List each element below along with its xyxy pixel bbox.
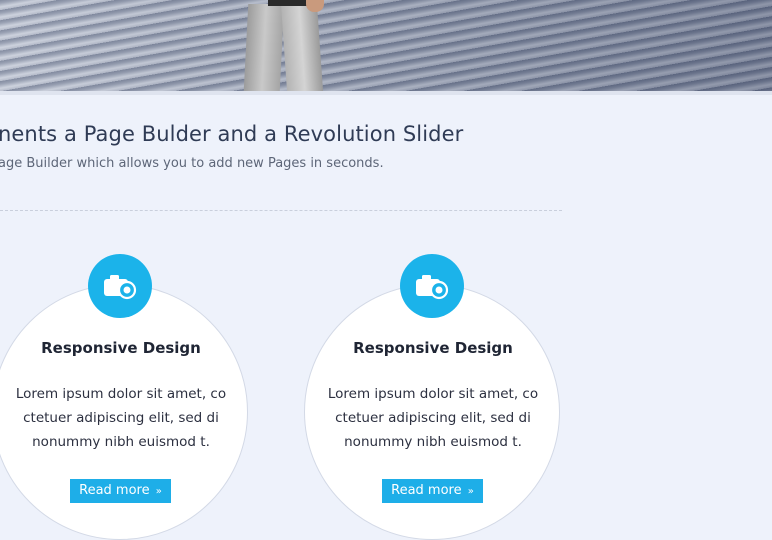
chevron-right-icon: » <box>467 486 474 497</box>
section-headline: nents a Page Bulder and a Revolution Sli… <box>0 122 464 146</box>
hero-banner-image <box>0 0 772 91</box>
hero-bottom-edge <box>0 91 772 95</box>
feature-card: Responsive Design Lorem ipsum dolor sit … <box>0 254 252 540</box>
chevron-right-icon: » <box>155 486 162 497</box>
read-more-label: Read more <box>391 483 462 498</box>
hero-person-figure <box>243 0 324 91</box>
read-more-button[interactable]: Read more » <box>70 479 171 503</box>
feature-title: Responsive Design <box>353 339 513 357</box>
feature-description: Lorem ipsum dolor sit amet, co ctetuer a… <box>15 386 227 450</box>
read-more-label: Read more <box>79 483 150 498</box>
section-subline: age Builder which allows you to add new … <box>0 156 384 171</box>
dashed-divider <box>0 210 562 211</box>
read-more-button[interactable]: Read more » <box>382 479 483 503</box>
feature-description: Lorem ipsum dolor sit amet, co ctetuer a… <box>327 386 539 450</box>
camera-icon <box>88 254 152 318</box>
camera-icon <box>400 254 464 318</box>
feature-card: Responsive Design Lorem ipsum dolor sit … <box>302 254 564 540</box>
feature-title: Responsive Design <box>41 339 201 357</box>
